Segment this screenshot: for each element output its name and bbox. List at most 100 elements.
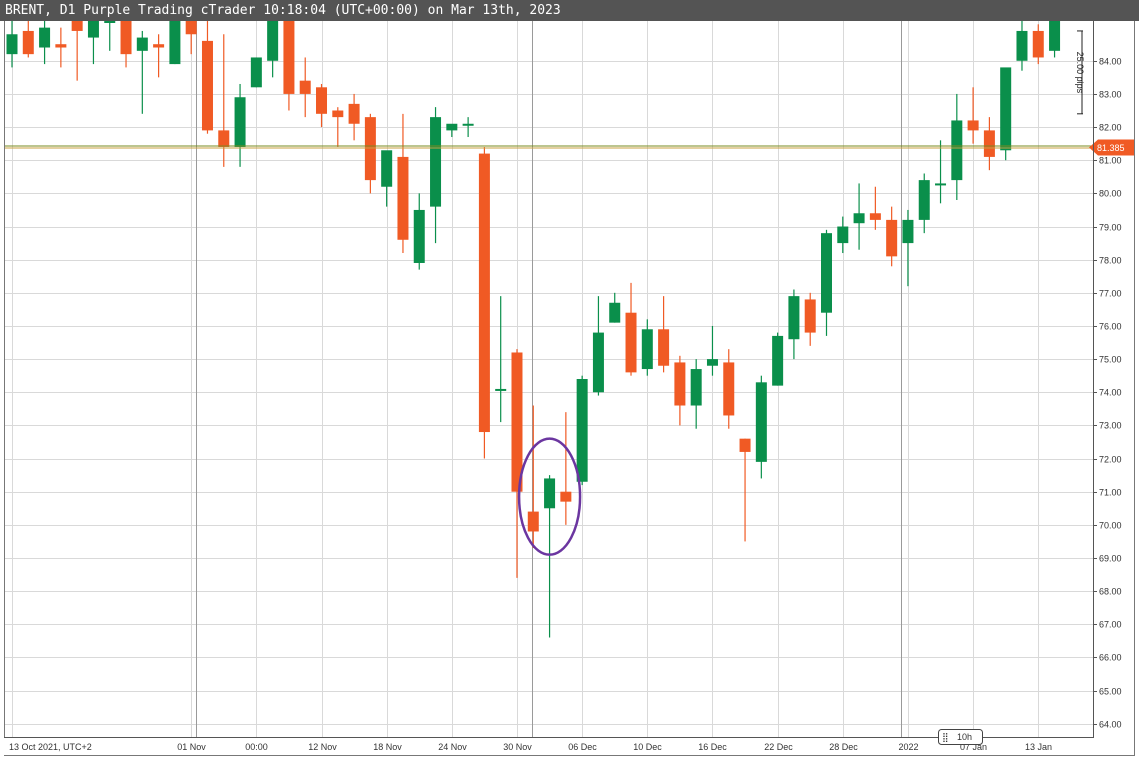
candle-body	[136, 37, 148, 51]
x-tick-label: 10 Dec	[633, 742, 662, 752]
y-tick-label: 78.00	[1099, 256, 1122, 266]
y-tick-label: 72.00	[1099, 455, 1122, 465]
candle-body	[658, 329, 670, 366]
y-tick-label: 84.00	[1099, 57, 1122, 67]
candle-body	[625, 312, 637, 373]
x-tick-label: 12 Nov	[308, 742, 337, 752]
y-tick-label: 82.00	[1099, 123, 1122, 133]
candle-body	[918, 180, 930, 220]
candle-body	[592, 332, 604, 393]
candle-body	[250, 57, 262, 88]
candle-body	[478, 153, 490, 433]
y-tick-label: 67.00	[1099, 620, 1122, 630]
candle-body	[853, 213, 865, 224]
y-tick-label: 66.00	[1099, 653, 1122, 663]
candlestick-chart[interactable]: 25.00 pips 81.385 64.00 65.00 66.00 67.00 68…	[0, 0, 1139, 760]
candle	[250, 57, 262, 88]
candle-body	[169, 21, 181, 65]
y-tick-label: 65.00	[1099, 687, 1122, 697]
candle-body	[967, 120, 979, 131]
candle-body	[22, 30, 34, 55]
y-tick-label: 69.00	[1099, 554, 1122, 564]
candle-body	[413, 209, 425, 263]
y-tick-label: 79.00	[1099, 223, 1122, 233]
candle-body	[185, 21, 197, 35]
y-tick-label: 81.00	[1099, 156, 1122, 166]
x-tick-label: 00:00	[245, 742, 268, 752]
x-tick-label: 30 Nov	[503, 742, 532, 752]
y-tick-label: 75.00	[1099, 355, 1122, 365]
y-tick-label: 68.00	[1099, 587, 1122, 597]
candle-body	[983, 130, 995, 157]
candle-body	[739, 438, 751, 452]
candle	[576, 375, 588, 486]
candle-body	[218, 130, 230, 147]
candle-body	[332, 110, 344, 118]
candle	[772, 332, 784, 386]
candle-body	[1032, 30, 1044, 58]
candle-body	[55, 44, 67, 48]
candle-body	[87, 21, 99, 38]
candle-body	[267, 21, 279, 61]
candle-body	[527, 511, 539, 532]
candle-body	[1049, 21, 1061, 51]
candle-body	[104, 21, 116, 23]
x-tick-label: 24 Nov	[438, 742, 467, 752]
y-tick-label: 80.00	[1099, 189, 1122, 199]
candle-body	[886, 219, 898, 257]
candle-body	[39, 27, 51, 48]
y-tick-label: 64.00	[1099, 720, 1122, 730]
candle-body	[1016, 30, 1028, 61]
x-tick-label: 13 Jan	[1025, 742, 1052, 752]
candle-body	[560, 491, 572, 502]
candle-body	[348, 103, 360, 124]
candle-body	[120, 21, 132, 55]
x-tick-label: 16 Dec	[698, 742, 727, 752]
candle-body	[902, 219, 914, 244]
y-tick-label: 73.00	[1099, 421, 1122, 431]
current-price-label: 81.385	[1097, 143, 1125, 153]
plot-background	[4, 21, 1093, 737]
y-tick-label: 83.00	[1099, 90, 1122, 100]
x-tick-label: 22 Dec	[764, 742, 793, 752]
candle-body	[316, 87, 328, 114]
candle-body	[576, 379, 588, 482]
candle-body	[772, 335, 784, 386]
candle-body	[397, 156, 409, 240]
candle-body	[674, 362, 686, 406]
candle-body	[381, 150, 393, 187]
candle-body	[755, 382, 767, 462]
x-tick-label: 18 Nov	[373, 742, 402, 752]
y-tick-label: 71.00	[1099, 488, 1122, 498]
candle-body	[446, 123, 458, 131]
candle-body	[1000, 67, 1012, 151]
candle	[169, 21, 181, 65]
x-tick-label: 28 Dec	[829, 742, 858, 752]
candle-body	[723, 362, 735, 416]
candle-body	[804, 299, 816, 333]
candle-body	[234, 97, 246, 147]
candle-body	[706, 359, 718, 366]
candle-body	[430, 117, 442, 207]
grip-icon: ⣿	[942, 732, 949, 742]
candle-body	[544, 478, 556, 509]
candle-body	[6, 34, 18, 55]
candle-body	[869, 213, 881, 220]
grid	[4, 21, 1093, 737]
x-tick-label: 2022	[898, 742, 918, 752]
candle-body	[299, 80, 311, 94]
candle-body	[511, 352, 523, 492]
chart-window: 25.00 pips 81.385 64.00 65.00 66.00 67.00 68…	[0, 0, 1139, 760]
candle-body	[788, 296, 800, 340]
x-tick-label: 13 Oct 2021, UTC+2	[9, 742, 92, 752]
candle-body	[690, 369, 702, 406]
candle-body	[153, 44, 165, 48]
candle-body	[495, 388, 507, 391]
candle-body	[951, 120, 963, 181]
candle-body	[364, 117, 376, 181]
x-tick-label: 01 Nov	[177, 742, 206, 752]
candle-body	[821, 233, 832, 313]
chart-title: BRENT, D1 Purple Trading cTrader 10:18:0…	[0, 0, 1139, 21]
candle	[478, 146, 490, 459]
candle-body	[71, 21, 83, 31]
